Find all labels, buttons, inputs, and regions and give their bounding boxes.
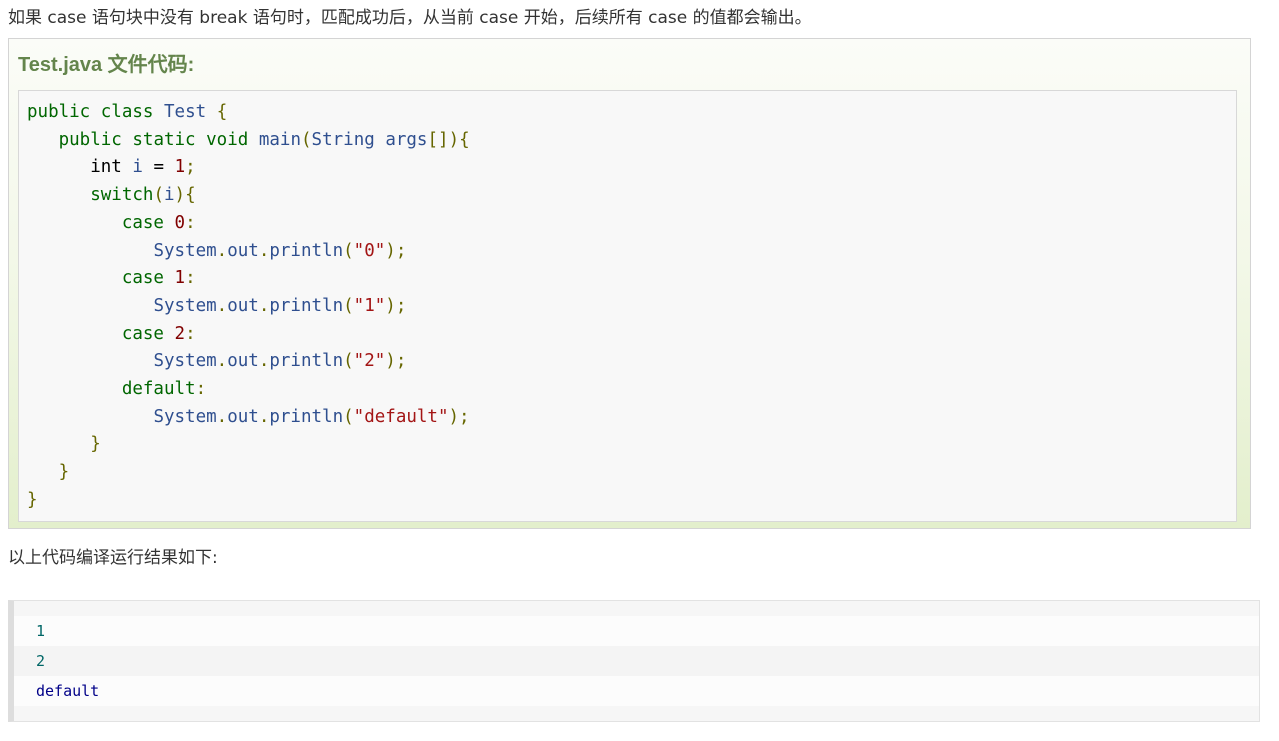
code-line: case 0: bbox=[121, 212, 196, 233]
intro-paragraph: 如果 case 语句块中没有 break 语句时，匹配成功后，从当前 case … bbox=[8, 8, 812, 28]
code-line: case 1: bbox=[121, 268, 196, 289]
code-line: } bbox=[27, 489, 38, 510]
code-line: } bbox=[58, 462, 70, 483]
code-text: public class Test { public static void m… bbox=[27, 99, 470, 515]
output-value: 2 bbox=[36, 652, 46, 670]
code-line: int i = 1; bbox=[90, 157, 196, 178]
code-block: public class Test { public static void m… bbox=[18, 90, 1237, 522]
output-line: default bbox=[14, 676, 1259, 706]
output-line: 1 bbox=[14, 616, 1259, 646]
code-line: System.out.println("1"); bbox=[153, 295, 407, 316]
output-block: 1 2 default bbox=[8, 600, 1260, 722]
output-value: default bbox=[36, 682, 100, 700]
example-box: Test.java 文件代码: public class Test { publ… bbox=[8, 38, 1251, 529]
code-line: case 2: bbox=[121, 323, 196, 344]
example-title: Test.java 文件代码: bbox=[18, 54, 195, 76]
code-line: System.out.println("default"); bbox=[153, 406, 470, 427]
code-line: public static void main(String args[]){ bbox=[58, 129, 470, 150]
code-line: switch(i){ bbox=[90, 185, 196, 206]
code-line: System.out.println("0"); bbox=[153, 240, 407, 261]
code-line: System.out.println("2"); bbox=[153, 351, 407, 372]
result-label: 以上代码编译运行结果如下: bbox=[8, 548, 218, 568]
output-line: 2 bbox=[14, 646, 1259, 676]
code-line: default: bbox=[121, 379, 207, 400]
code-line: } bbox=[90, 434, 101, 455]
output-value: 1 bbox=[36, 622, 46, 640]
code-line: public class Test { bbox=[27, 102, 228, 122]
